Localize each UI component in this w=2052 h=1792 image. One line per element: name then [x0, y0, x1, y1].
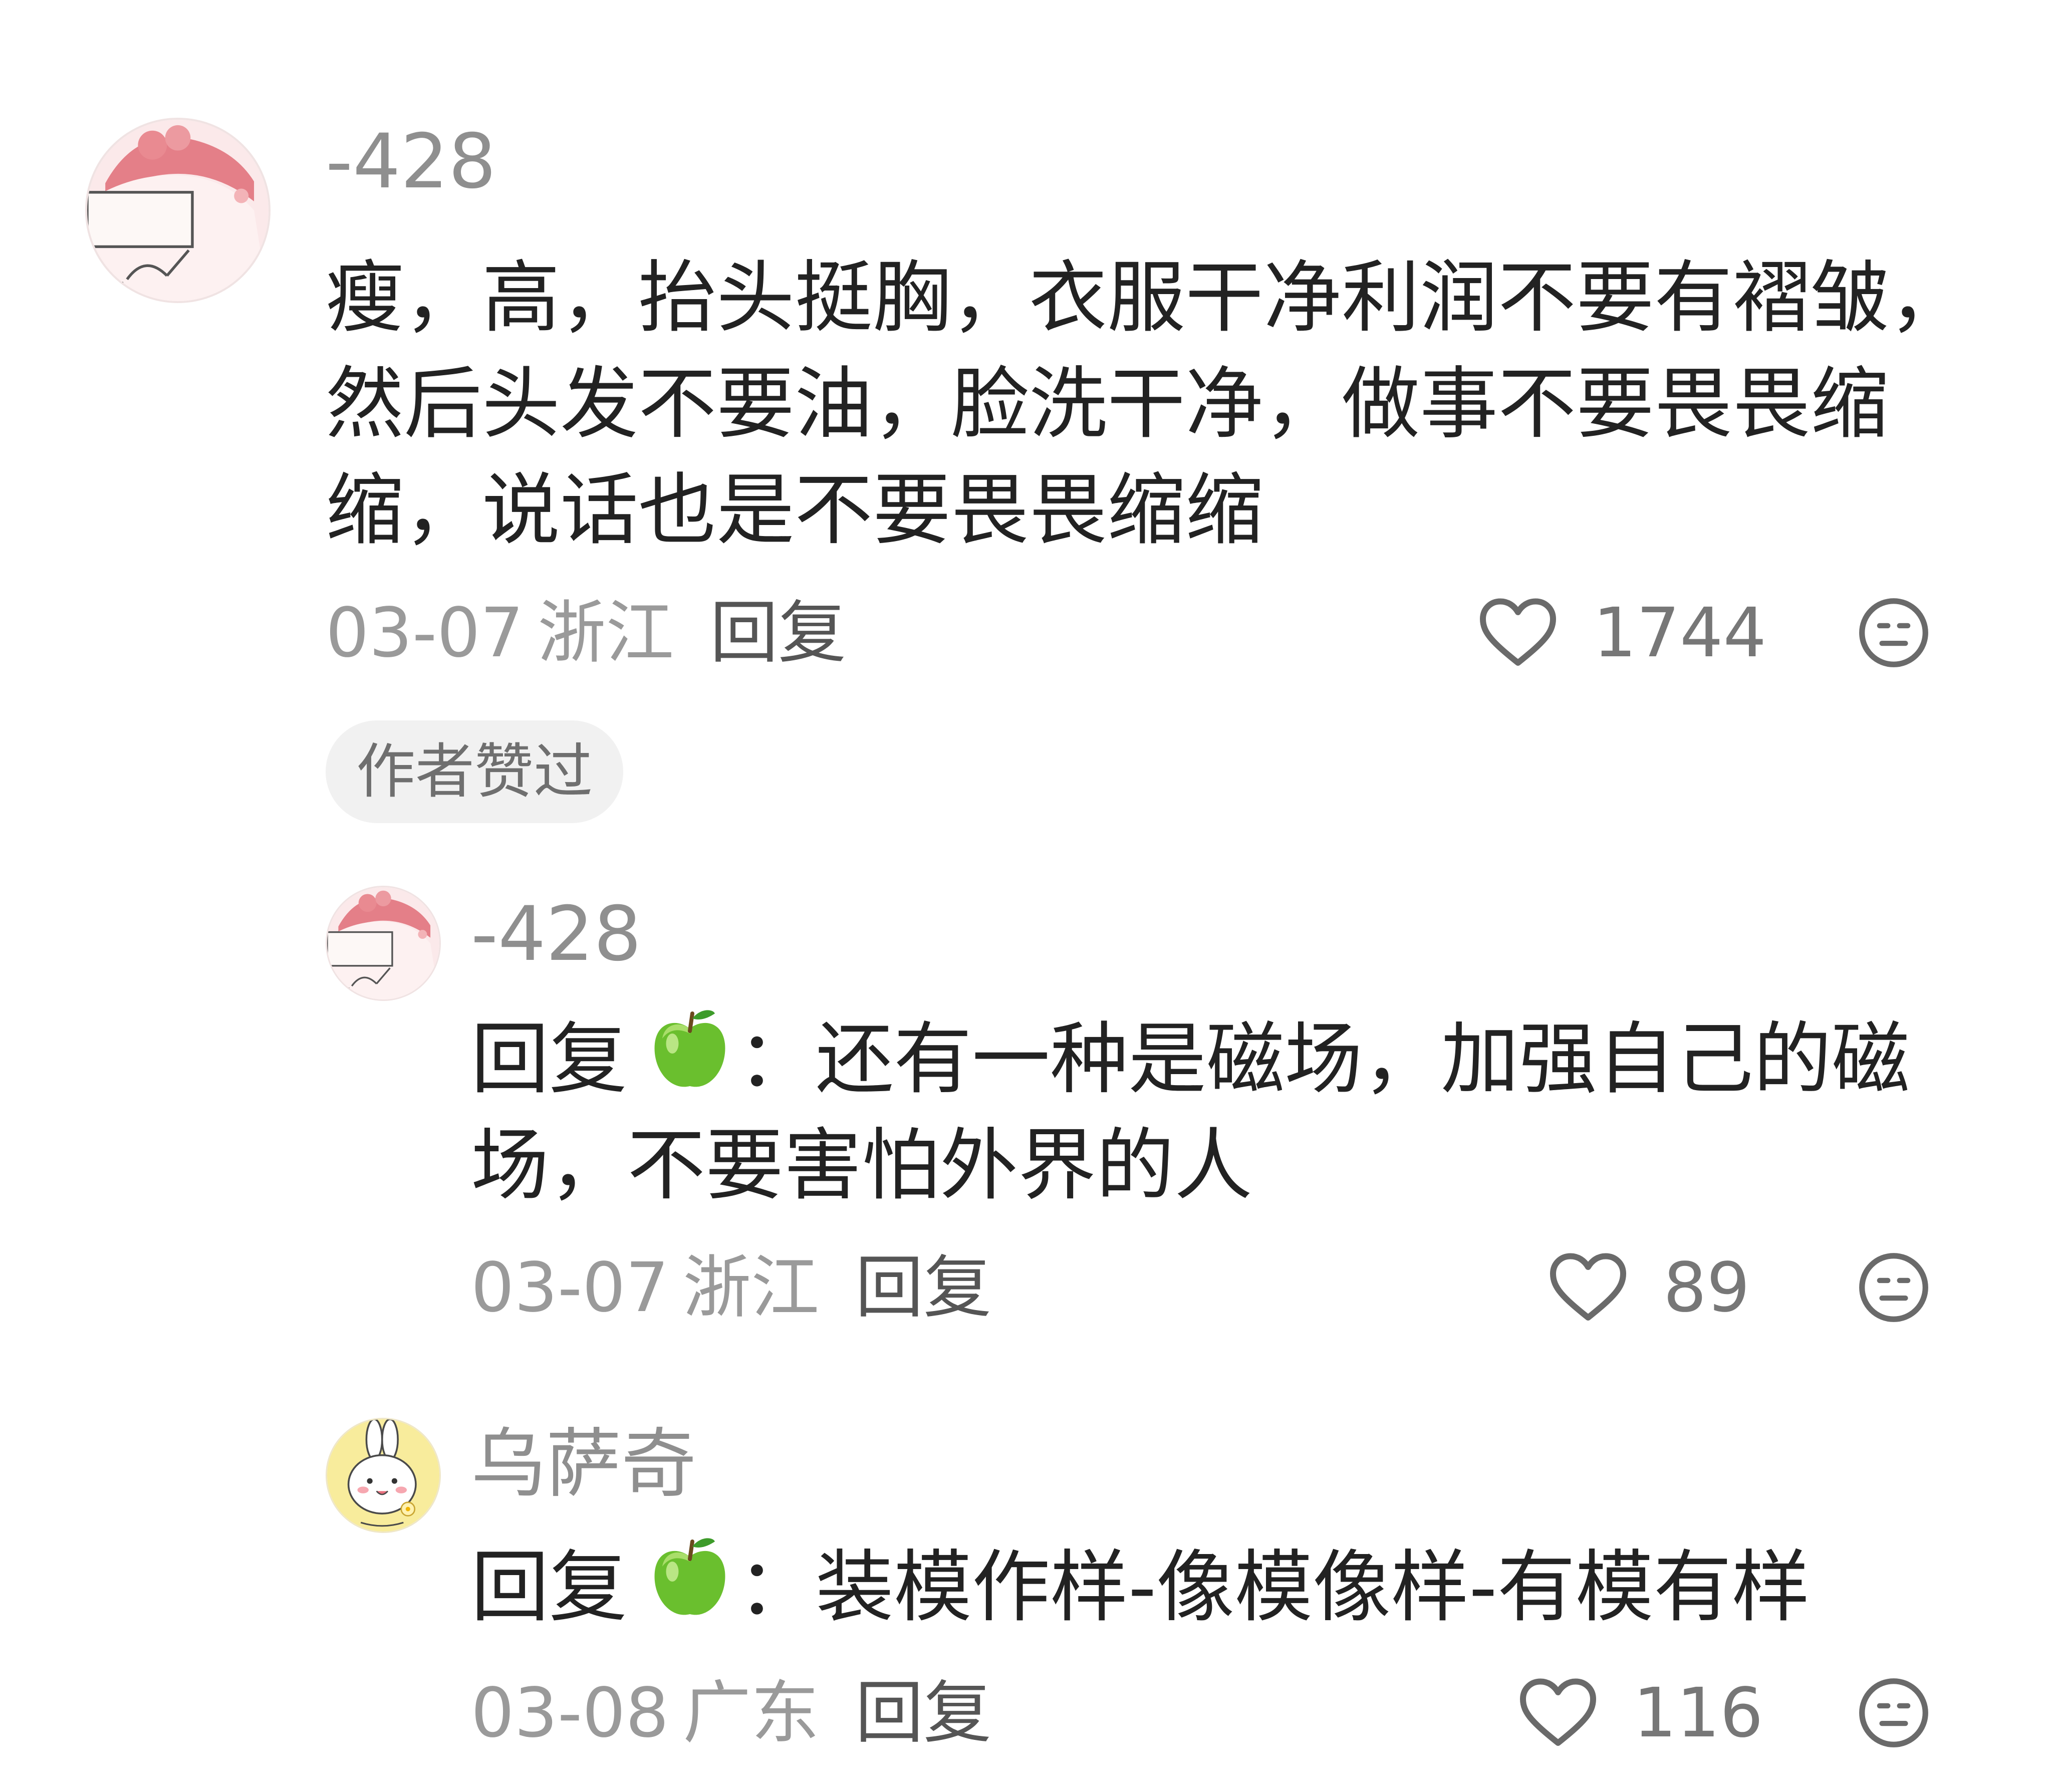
heart-outline-icon[interactable]	[1518, 1675, 1598, 1750]
author-liked-badge: 作者赞过	[326, 720, 623, 823]
like-count: 89	[1663, 1248, 1750, 1328]
username[interactable]: -428	[326, 124, 496, 199]
like-count: 116	[1633, 1674, 1763, 1753]
reply-date: 03-08	[471, 1674, 669, 1753]
reply-button[interactable]: 回复	[855, 1248, 991, 1328]
avatar-pink-cartoon-image	[87, 120, 269, 301]
reply-location: 浙江	[683, 1248, 820, 1328]
comment-text: 瘦，高，抬头挺胸，衣服干净利润不要有褶皱，然后头发不要油，脸洗干净，做事不要畏畏…	[326, 252, 1967, 556]
reply-meta: 03-08 广东 回复	[471, 1679, 991, 1747]
green-apple-icon[interactable]	[647, 1006, 732, 1096]
heart-outline-icon[interactable]	[1478, 595, 1558, 670]
avatar-bunny-cartoon-image	[327, 1419, 439, 1531]
reply-meta: 03-07 浙江 回复	[471, 1254, 991, 1322]
meh-face-icon[interactable]	[1856, 595, 1931, 670]
like-count: 1744	[1593, 594, 1767, 673]
username[interactable]: -428	[471, 897, 641, 972]
username[interactable]: 乌萨奇	[471, 1427, 696, 1502]
reply-button[interactable]: 回复	[855, 1674, 991, 1753]
reply-separator: ：	[737, 1013, 816, 1105]
avatar[interactable]	[326, 1418, 441, 1533]
meh-face-icon[interactable]	[1856, 1675, 1931, 1750]
avatar-pink-cartoon-image	[327, 887, 439, 999]
heart-outline-icon[interactable]	[1548, 1250, 1628, 1325]
meh-face-icon[interactable]	[1856, 1250, 1931, 1325]
reply-date: 03-07	[471, 1248, 669, 1328]
reply-text: 回复 ：装模作样-像模像样-有模有样	[471, 1534, 2024, 1640]
comment-date: 03-07	[326, 594, 524, 673]
reply-prefix: 回复	[471, 1542, 627, 1633]
reply-text: 回复 ：还有一种是磁场，加强自己的磁场，不要害怕外界的人	[471, 1006, 1919, 1218]
green-apple-icon[interactable]	[647, 1534, 732, 1624]
avatar[interactable]	[85, 118, 271, 303]
reply-separator: ：	[737, 1542, 816, 1633]
comment-location: 浙江	[538, 594, 674, 673]
reply-location: 广东	[683, 1674, 820, 1753]
reply-body: 装模作样-像模像样-有模有样	[816, 1542, 1810, 1633]
comment-meta: 03-07 浙江 回复	[326, 599, 846, 667]
reply-prefix: 回复	[471, 1013, 627, 1105]
reply-button[interactable]: 回复	[710, 594, 846, 673]
avatar[interactable]	[326, 886, 441, 1001]
